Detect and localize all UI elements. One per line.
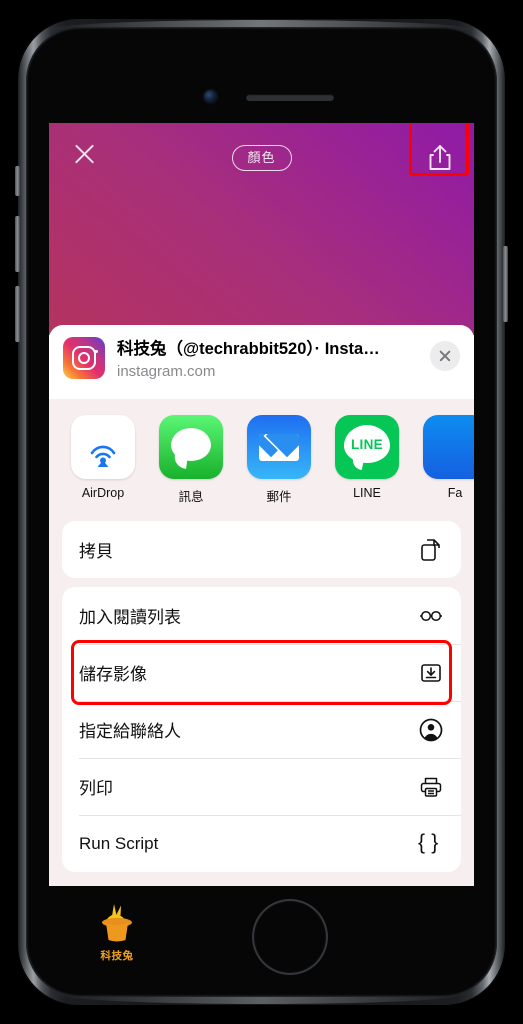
share-target-title: 科技兔（@techrabbit520）· Insta… bbox=[117, 340, 380, 358]
front-camera-icon bbox=[204, 90, 217, 103]
color-pill-button[interactable]: 顏色 bbox=[231, 145, 292, 172]
app-item-airdrop[interactable]: AirDrop bbox=[71, 415, 135, 505]
volume-up-button[interactable] bbox=[15, 216, 20, 272]
close-story-button[interactable] bbox=[69, 139, 99, 169]
action-row-run-script[interactable]: Run Script { } bbox=[62, 815, 461, 872]
save-image-icon bbox=[418, 660, 444, 686]
action-label: 指定給聯絡人 bbox=[79, 722, 181, 741]
earpiece-speaker bbox=[246, 94, 334, 101]
facebook-icon bbox=[423, 415, 474, 479]
app-label: 郵件 bbox=[266, 490, 292, 504]
messages-icon bbox=[159, 415, 223, 479]
phone-screen: 顏色 科技兔（@techrabbit520）· Insta… instagram… bbox=[49, 123, 474, 886]
printer-icon bbox=[418, 774, 444, 800]
contact-icon bbox=[418, 717, 444, 743]
action-group-1: 拷貝 bbox=[62, 521, 461, 578]
share-sheet: 科技兔（@techrabbit520）· Insta… instagram.co… bbox=[49, 325, 474, 886]
share-up-arrow-icon bbox=[429, 145, 451, 170]
app-item-line[interactable]: LINE LINE bbox=[335, 415, 399, 505]
app-item-facebook[interactable]: Fa bbox=[423, 415, 474, 505]
power-button[interactable] bbox=[503, 246, 508, 322]
line-icon: LINE bbox=[335, 415, 399, 479]
action-row-save-image[interactable]: 儲存影像 bbox=[62, 644, 461, 701]
app-label: 訊息 bbox=[178, 490, 204, 504]
glasses-icon bbox=[418, 603, 444, 629]
app-share-row[interactable]: AirDrop 訊息 郵件 LINE LINE Fa bbox=[49, 399, 474, 511]
app-item-mail[interactable]: 郵件 bbox=[247, 415, 311, 505]
action-group-2: 加入閱讀列表 儲存影像 指定給聯絡人 列印 Run Script {} bbox=[62, 587, 461, 872]
rabbit-in-hat-icon bbox=[102, 904, 132, 942]
share-button[interactable] bbox=[425, 141, 455, 175]
app-item-messages[interactable]: 訊息 bbox=[159, 415, 223, 505]
app-label: LINE bbox=[353, 486, 381, 500]
action-row-reading-list[interactable]: 加入閱讀列表 bbox=[62, 587, 461, 644]
share-target-info: 科技兔（@techrabbit520）· Insta… instagram.co… bbox=[117, 337, 418, 384]
story-image-area: 顏色 bbox=[49, 123, 474, 335]
home-button[interactable] bbox=[254, 901, 326, 973]
braces-icon: { } bbox=[418, 830, 440, 854]
action-row-copy[interactable]: 拷貝 bbox=[62, 521, 461, 578]
copy-icon bbox=[418, 537, 444, 563]
line-wordmark: LINE bbox=[344, 425, 390, 463]
volume-down-button[interactable] bbox=[15, 286, 20, 342]
watermark: 科技兔 bbox=[87, 900, 147, 963]
action-label: 列印 bbox=[79, 779, 113, 798]
watermark-label: 科技兔 bbox=[100, 950, 134, 962]
share-sheet-header: 科技兔（@techrabbit520）· Insta… instagram.co… bbox=[49, 325, 474, 399]
action-label: 拷貝 bbox=[79, 542, 113, 561]
app-label: AirDrop bbox=[81, 486, 125, 500]
share-target-url: instagram.com bbox=[117, 363, 216, 381]
action-label: Run Script bbox=[79, 833, 159, 853]
airdrop-icon bbox=[71, 415, 135, 479]
instagram-icon bbox=[63, 337, 105, 379]
app-label: Fa bbox=[447, 486, 463, 500]
mail-icon bbox=[247, 415, 311, 479]
mute-switch[interactable] bbox=[15, 166, 20, 196]
action-label: 加入閱讀列表 bbox=[79, 608, 181, 627]
action-row-print[interactable]: 列印 bbox=[62, 758, 461, 815]
action-row-assign-contact[interactable]: 指定給聯絡人 bbox=[62, 701, 461, 758]
close-icon[interactable] bbox=[430, 341, 460, 371]
action-label: 儲存影像 bbox=[79, 665, 147, 684]
action-list: 拷貝 加入閱讀列表 儲存影像 指定給聯絡人 列印 Run Script {} bbox=[49, 511, 474, 872]
